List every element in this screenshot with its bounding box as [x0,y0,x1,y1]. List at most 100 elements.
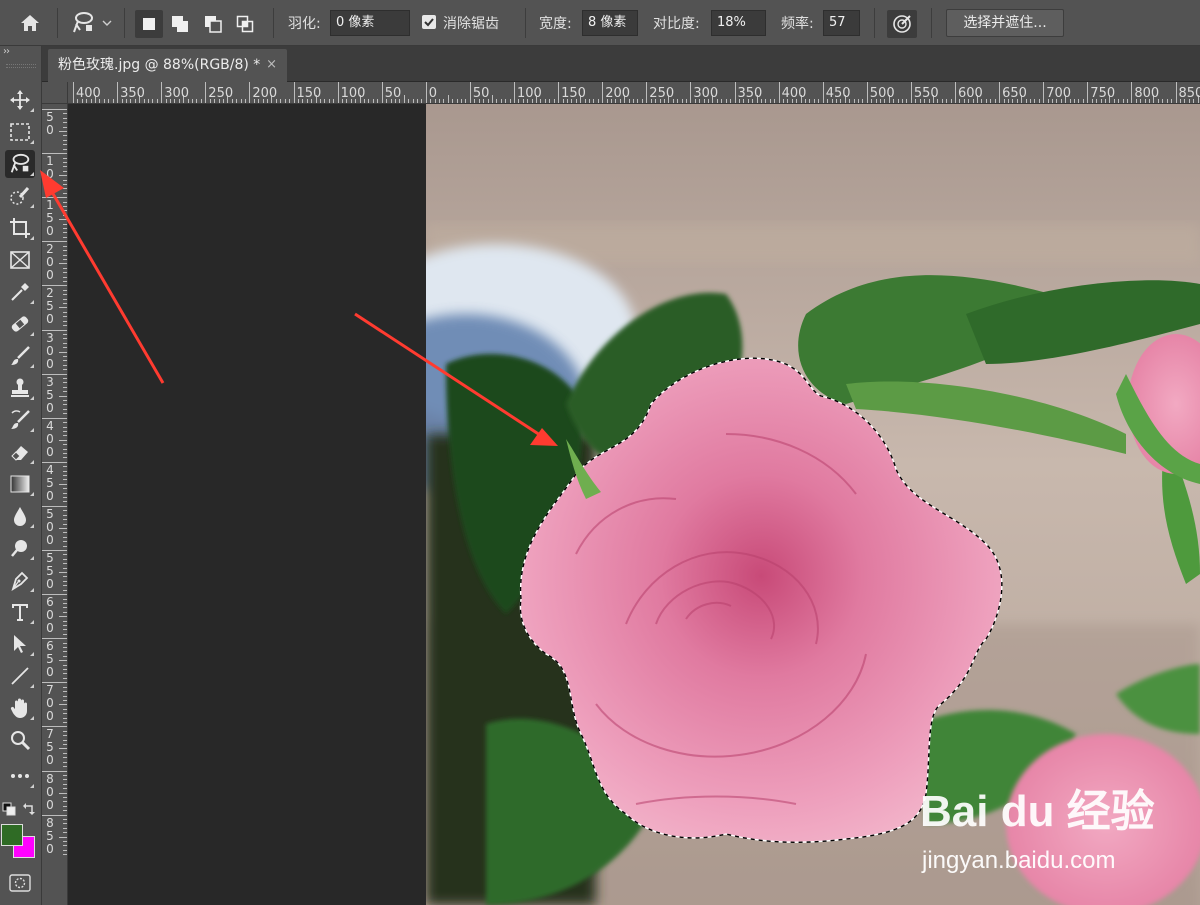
ruler-minor-tick [63,400,67,402]
new-selection-icon [143,18,155,30]
hand-tool[interactable] [5,694,35,722]
ruler-minor-tick [63,796,67,798]
horizontal-ruler[interactable]: 400 350 300 250 200 150 100 50 0 50 100 150 200 250 30… [68,82,1200,104]
ruler-minor-tick [63,510,67,512]
contrast-input[interactable]: 18% [711,10,766,36]
ruler-minor-tick [63,576,67,578]
clone-stamp-tool[interactable] [5,374,35,402]
history-brush-tool[interactable] [5,406,35,434]
ruler-origin[interactable] [42,82,68,104]
dodge-tool[interactable] [5,534,35,562]
ruler-minor-tick [63,430,67,432]
watermark-url: jingyan.baidu.com [922,847,1116,874]
ruler-minor-tick [63,475,67,477]
hand-icon [10,698,27,718]
more-tools[interactable] [5,762,35,790]
ruler-minor-tick [63,466,67,468]
tool-flyout-indicator [30,108,34,112]
ruler-minor-tick [63,854,67,856]
ruler-minor-tick [63,117,67,119]
ruler-minor-tick [63,717,67,719]
blur-tool[interactable] [5,502,35,530]
ruler-minor-tick [452,99,454,103]
swap-colors-icon[interactable] [22,802,36,816]
ruler-minor-tick [63,849,67,851]
zoom-tool[interactable] [5,726,35,754]
ruler-minor-tick [63,730,67,732]
ruler-minor-tick [59,351,67,353]
feather-input[interactable]: 0 像素 [330,10,410,36]
rect-marquee-icon [10,123,30,141]
tool-preset-picker[interactable] [66,8,116,38]
ruler-label: 850 [1178,86,1200,101]
ruler-minor-tick [63,448,67,450]
gradient-tool[interactable] [5,470,35,498]
ruler-minor-tick [456,99,458,103]
vertical-ruler[interactable]: 50 100 150 200 250 300 350 400 450 500 550 600 650 70… [42,104,68,905]
pen-tool[interactable] [5,566,35,594]
healing-brush-tool[interactable] [5,310,35,338]
ruler-minor-tick [63,629,67,631]
ruler-minor-tick [63,647,67,649]
ruler-minor-tick [500,99,502,103]
move-tool[interactable] [5,86,35,114]
ruler-major-tick [117,82,119,103]
bandage-icon [11,316,29,332]
home-button[interactable] [14,10,46,36]
stamp-icon [11,378,29,397]
brush-tool[interactable] [5,342,35,370]
ruler-minor-tick [63,677,67,679]
intersect-selection-button[interactable] [231,10,259,38]
new-selection-button[interactable] [135,10,163,38]
stylus-pressure-button[interactable] [887,10,917,38]
ruler-minor-tick [902,99,904,103]
width-input[interactable]: 8 像素 [582,10,638,36]
type-tool[interactable] [5,598,35,626]
eyedropper-tool[interactable] [5,278,35,306]
ruler-minor-tick [368,99,370,103]
quick-mask-icon[interactable] [9,874,31,892]
ruler-minor-tick [63,686,67,688]
add-to-selection-button[interactable] [166,10,194,38]
tool-flyout-indicator [30,172,34,176]
magnetic-lasso-tool[interactable] [5,150,35,178]
ruler-minor-tick [63,333,67,335]
line-tool[interactable] [5,662,35,690]
default-colors-icon[interactable] [2,802,16,816]
toolbox-grip[interactable] [6,64,36,68]
subtract-from-selection-button[interactable] [199,10,227,38]
path-selection-tool[interactable] [5,630,35,658]
eraser-tool[interactable] [5,438,35,466]
ruler-label: 200 [46,242,54,283]
ruler-minor-tick [63,258,67,260]
ruler-minor-tick [63,783,67,785]
ruler-minor-tick [412,99,414,103]
crop-tool[interactable] [5,214,35,242]
ruler-minor-tick [63,607,67,609]
ruler-major-tick [602,82,604,103]
tool-flyout-indicator [30,652,34,656]
document-tab[interactable]: 粉色玫瑰.jpg @ 88%(RGB/8) * × [48,49,287,82]
ruler-minor-tick [63,364,67,366]
history-brush-icon [11,410,30,429]
antialias-checkbox[interactable] [422,15,436,29]
ruler-minor-tick [408,99,410,103]
ruler-minor-tick [597,99,599,103]
frequency-input[interactable]: 57 [823,10,860,36]
close-icon[interactable]: × [266,49,277,81]
ruler-minor-tick [63,788,67,790]
ruler-minor-tick [63,523,67,525]
ruler-major-tick [1043,82,1045,103]
ruler-minor-tick [63,188,67,190]
collapse-panel-icon[interactable]: ›› [3,46,10,57]
select-and-mask-button[interactable]: 选择并遮住... [946,9,1064,37]
ruler-label: 750 [46,727,54,768]
marquee-tool[interactable] [5,118,35,146]
ruler-minor-tick [63,545,67,547]
ruler-minor-tick [63,250,67,252]
ruler-minor-tick [63,819,67,820]
frame-tool[interactable] [5,246,35,274]
quick-selection-tool[interactable] [5,182,35,210]
toolbox: ›› [0,46,42,905]
foreground-color-swatch[interactable] [1,824,23,846]
